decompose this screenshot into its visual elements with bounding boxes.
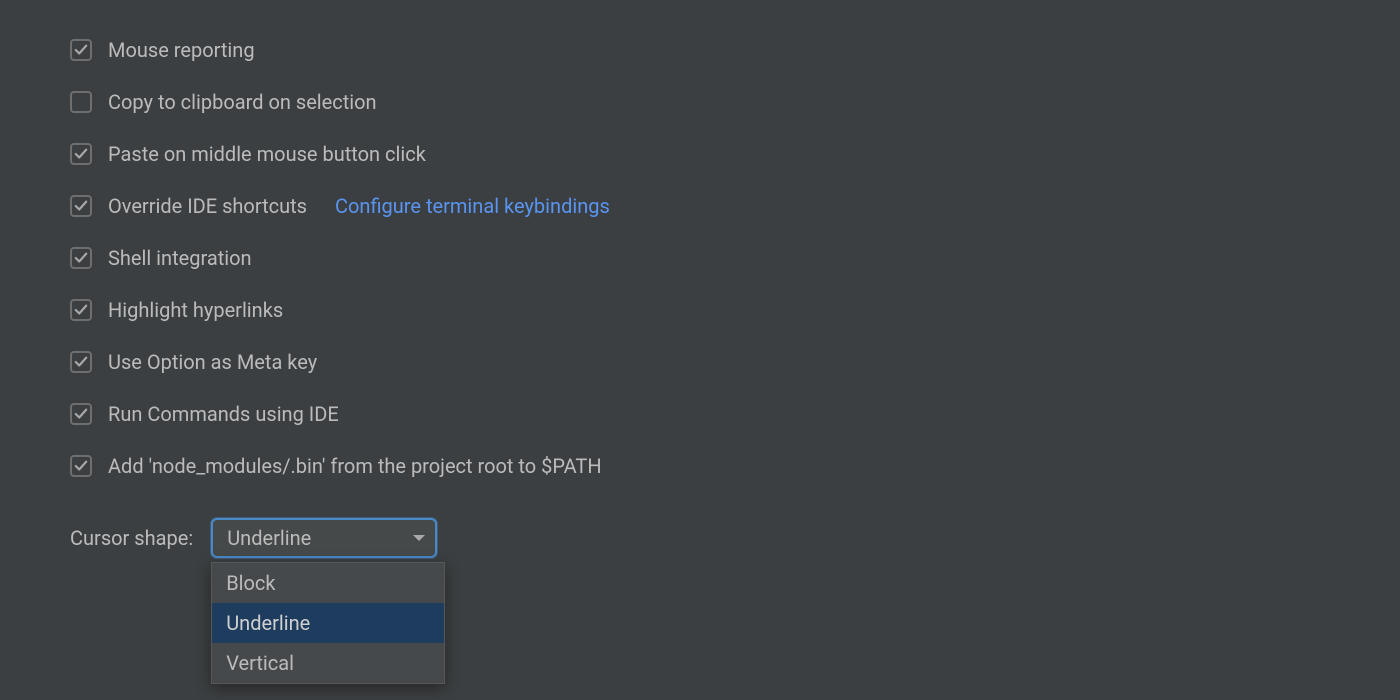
- chevron-down-icon: [413, 535, 425, 541]
- cursor-shape-option-underline[interactable]: Underline: [212, 603, 444, 643]
- check-icon: [74, 407, 88, 421]
- check-icon: [74, 355, 88, 369]
- cursor-shape-option-block[interactable]: Block: [212, 563, 444, 603]
- row-shell-integration: Shell integration: [70, 232, 1330, 284]
- check-icon: [74, 199, 88, 213]
- label-highlight-links[interactable]: Highlight hyperlinks: [108, 298, 283, 322]
- row-mouse-reporting: Mouse reporting: [70, 24, 1330, 76]
- checkbox-copy-clipboard[interactable]: [70, 91, 92, 113]
- label-copy-clipboard[interactable]: Copy to clipboard on selection: [108, 90, 377, 114]
- checkbox-option-meta[interactable]: [70, 351, 92, 373]
- label-mouse-reporting[interactable]: Mouse reporting: [108, 38, 255, 62]
- check-icon: [74, 303, 88, 317]
- checkbox-shell-integration[interactable]: [70, 247, 92, 269]
- checkbox-override-shortcuts[interactable]: [70, 195, 92, 217]
- cursor-shape-dropdown: Block Underline Vertical: [211, 562, 445, 684]
- row-add-node-bin: Add 'node_modules/.bin' from the project…: [70, 440, 1330, 492]
- label-override-shortcuts[interactable]: Override IDE shortcuts: [108, 194, 307, 218]
- checkbox-highlight-links[interactable]: [70, 299, 92, 321]
- check-icon: [74, 459, 88, 473]
- checkbox-paste-middle[interactable]: [70, 143, 92, 165]
- label-shell-integration[interactable]: Shell integration: [108, 246, 252, 270]
- link-configure-keybindings[interactable]: Configure terminal keybindings: [335, 194, 610, 218]
- cursor-shape-select[interactable]: Underline: [211, 518, 437, 558]
- row-copy-clipboard: Copy to clipboard on selection: [70, 76, 1330, 128]
- label-paste-middle[interactable]: Paste on middle mouse button click: [108, 142, 426, 166]
- row-option-meta: Use Option as Meta key: [70, 336, 1330, 388]
- cursor-shape-select-wrap: Underline Block Underline Vertical: [211, 518, 437, 558]
- check-icon: [74, 251, 88, 265]
- cursor-shape-option-vertical[interactable]: Vertical: [212, 643, 444, 683]
- checkbox-mouse-reporting[interactable]: [70, 39, 92, 61]
- check-icon: [74, 147, 88, 161]
- row-highlight-links: Highlight hyperlinks: [70, 284, 1330, 336]
- cursor-shape-value: Underline: [227, 526, 413, 550]
- row-override-shortcuts: Override IDE shortcuts Configure termina…: [70, 180, 1330, 232]
- row-cursor-shape: Cursor shape: Underline Block Underline …: [70, 518, 1330, 558]
- row-run-commands-ide: Run Commands using IDE: [70, 388, 1330, 440]
- row-paste-middle: Paste on middle mouse button click: [70, 128, 1330, 180]
- checkbox-run-commands-ide[interactable]: [70, 403, 92, 425]
- checkbox-add-node-bin[interactable]: [70, 455, 92, 477]
- check-icon: [74, 43, 88, 57]
- label-option-meta[interactable]: Use Option as Meta key: [108, 350, 317, 374]
- label-run-commands-ide[interactable]: Run Commands using IDE: [108, 402, 339, 426]
- terminal-settings-panel: Mouse reporting Copy to clipboard on sel…: [0, 0, 1400, 582]
- label-cursor-shape: Cursor shape:: [70, 526, 193, 550]
- label-add-node-bin[interactable]: Add 'node_modules/.bin' from the project…: [108, 454, 602, 478]
